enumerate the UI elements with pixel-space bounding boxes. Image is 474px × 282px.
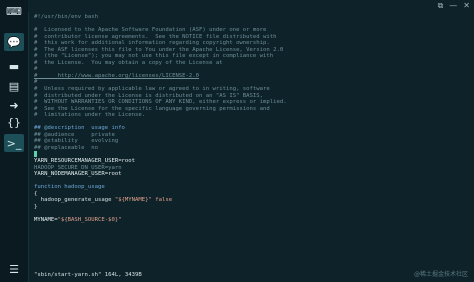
arrow-right-icon[interactable]: ➜ (4, 96, 24, 114)
watermark: @稀土掘金技术社区 (413, 271, 468, 278)
braces-icon[interactable]: {} (4, 113, 24, 131)
sidebar: ⌨ 💬 ▬ ▤ ➜ {} >_ ☰ (0, 0, 29, 282)
chat-icon[interactable]: 💬 (4, 33, 24, 51)
terminal-icon[interactable]: ⌨ (4, 2, 24, 20)
text-cursor (34, 151, 37, 158)
close-icon[interactable]: ✕ (463, 1, 470, 11)
title-bar: ⧉ — ✕ (28, 0, 474, 12)
editor-buffer[interactable]: #!/usr/bin/env bash # Licensed to the Apa… (34, 14, 466, 268)
minimize-icon[interactable]: — (449, 1, 457, 11)
prompt-icon[interactable]: >_ (4, 134, 24, 152)
settings-list-icon[interactable]: ☰ (4, 260, 24, 278)
window-controls: ⧉ — ✕ (438, 1, 470, 11)
split-window-icon[interactable]: ⧉ (438, 1, 444, 11)
status-line: "sbin/start-yarn.sh" 164L, 3439B (34, 272, 142, 278)
layers-icon[interactable]: ▤ (4, 77, 24, 95)
folder-icon[interactable]: ▬ (4, 57, 24, 75)
